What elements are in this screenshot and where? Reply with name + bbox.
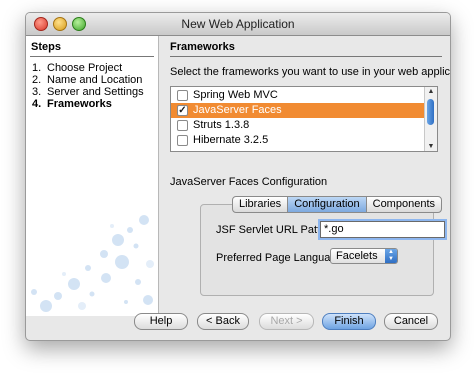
frameworks-divider (170, 56, 442, 57)
finish-button[interactable]: Finish (322, 313, 376, 330)
framework-row-hibernate[interactable]: Hibernate 3.2.5 (171, 133, 424, 148)
step-server-and-settings: 3. Server and Settings (32, 86, 144, 98)
step-frameworks: 4. Frameworks (32, 98, 112, 110)
frameworks-list[interactable]: Spring Web MVC ✓ JavaServer Faces Struts… (170, 86, 438, 152)
step-choose-project: 1. Choose Project (32, 62, 123, 74)
framework-row-javaserver-faces[interactable]: ✓ JavaServer Faces (171, 103, 424, 118)
spring-web-mvc-checkbox[interactable] (177, 90, 188, 101)
tab-components[interactable]: Components (367, 197, 441, 212)
help-button[interactable]: Help (134, 313, 188, 330)
steps-heading: Steps (31, 41, 61, 53)
steps-pane: Steps 1. Choose Project 2. Name and Locati… (26, 36, 159, 316)
struts-checkbox[interactable] (177, 120, 188, 131)
scrollbar-thumb[interactable] (427, 99, 434, 125)
back-button[interactable]: < Back (197, 313, 249, 330)
framework-row-spring-web-mvc[interactable]: Spring Web MVC (171, 88, 424, 103)
servlet-url-pattern-input[interactable]: *.go (320, 221, 445, 238)
tab-libraries[interactable]: Libraries (233, 197, 289, 212)
configuration-tab-panel: JSF Servlet URL Pattern: Preferred Page … (200, 204, 434, 296)
decorative-swirl-graphic (31, 215, 154, 312)
select-arrows-icon: ▲ ▼ (385, 249, 397, 263)
frameworks-heading: Frameworks (170, 41, 235, 53)
tab-configuration[interactable]: Configuration (288, 197, 367, 212)
dialog-window: New Web Application Steps 1. Choose Proje… (25, 12, 451, 341)
scroll-up-arrow-icon[interactable]: ▲ (425, 88, 437, 95)
step-name-and-location: 2. Name and Location (32, 74, 143, 86)
hibernate-checkbox[interactable] (177, 135, 188, 146)
frameworks-description: Select the frameworks you want to use in… (170, 66, 451, 78)
framework-row-struts[interactable]: Struts 1.3.8 (171, 118, 424, 133)
title-bar[interactable]: New Web Application (26, 13, 450, 36)
configuration-tabs: Libraries Configuration Components (232, 196, 442, 213)
next-button[interactable]: Next > (259, 313, 314, 330)
javaserver-faces-checkbox[interactable]: ✓ (177, 105, 188, 116)
jsf-configuration-heading: JavaServer Faces Configuration (170, 176, 328, 188)
preferred-page-language-label: Preferred Page Language: (216, 252, 346, 264)
steps-divider (30, 56, 154, 57)
cancel-button[interactable]: Cancel (384, 313, 438, 330)
window-title: New Web Application (181, 17, 295, 31)
frameworks-list-scrollbar[interactable]: ▲ ▼ (424, 87, 437, 151)
page-language-select[interactable]: Facelets ▲ ▼ (330, 248, 398, 264)
scroll-down-arrow-icon[interactable]: ▼ (425, 143, 437, 150)
frameworks-panel: Frameworks Select the frameworks you wan… (166, 36, 450, 316)
page-language-value: Facelets (336, 250, 378, 262)
